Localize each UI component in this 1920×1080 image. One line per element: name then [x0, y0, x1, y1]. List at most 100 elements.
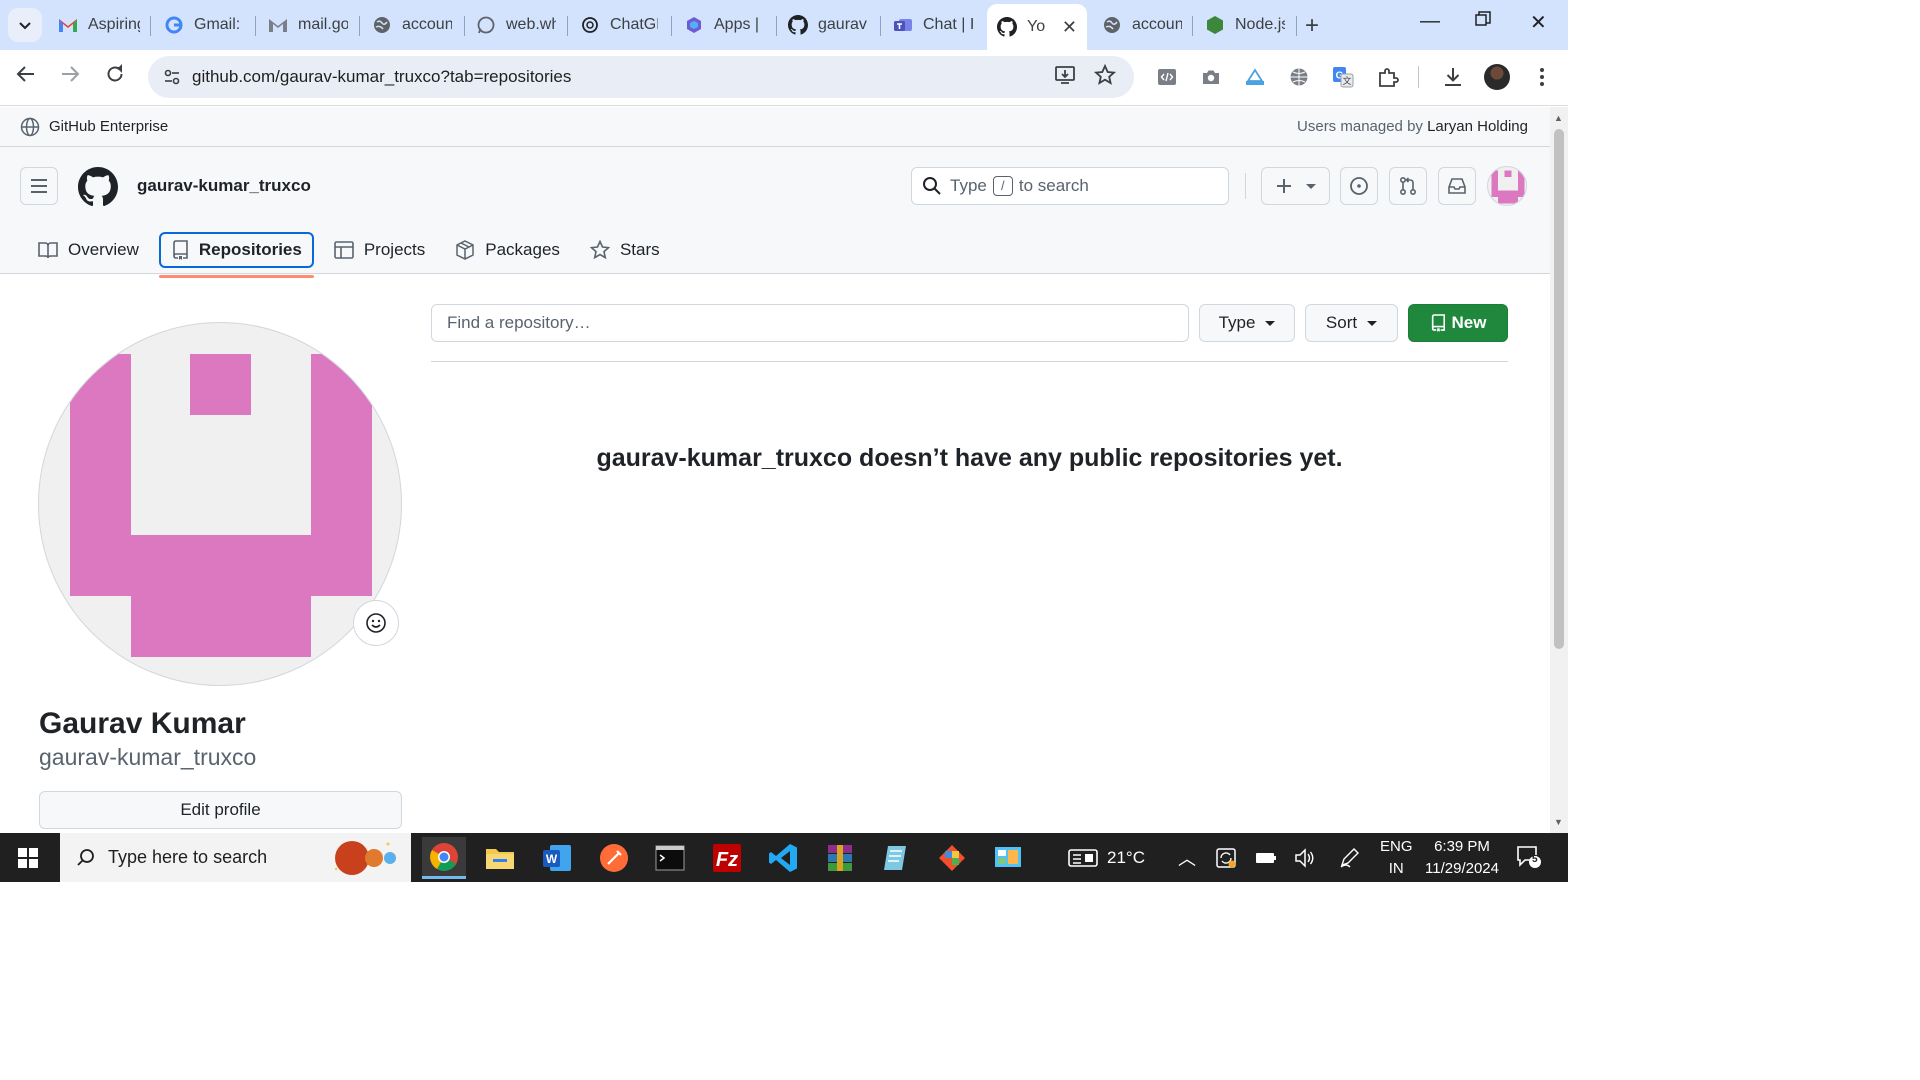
inbox-button[interactable] — [1438, 167, 1476, 205]
language-indicator[interactable]: ENG IN — [1380, 838, 1413, 877]
scroll-down-icon[interactable]: ▼ — [1554, 817, 1563, 827]
browser-tab-active[interactable]: Yo ✕ — [987, 4, 1087, 50]
bookmark-star-icon[interactable] — [1093, 63, 1117, 91]
search-icon — [77, 848, 94, 866]
github-logo-icon[interactable] — [78, 167, 118, 212]
close-tab-icon[interactable]: ✕ — [1062, 17, 1077, 38]
taskbar-git-gui-icon[interactable] — [930, 837, 974, 879]
download-icon[interactable] — [1441, 65, 1465, 89]
browser-tab[interactable]: mail.go — [268, 8, 348, 42]
tab-projects[interactable]: Projects — [324, 232, 435, 268]
browser-tab[interactable]: Node.js — [1205, 8, 1285, 42]
restore-window-icon[interactable] — [1475, 10, 1491, 33]
windows-start-icon[interactable] — [18, 848, 38, 873]
nodejs-icon — [1205, 15, 1225, 35]
minimize-window-icon[interactable]: — — [1420, 10, 1440, 33]
taskbar-word-icon[interactable]: W — [535, 837, 579, 879]
profile-avatar-large[interactable] — [38, 322, 402, 686]
git-pull-request-icon — [1399, 176, 1417, 196]
taskbar-vscode-icon[interactable] — [761, 837, 805, 879]
browser-tab[interactable]: accoun — [372, 8, 452, 42]
scrollbar-thumb[interactable] — [1554, 129, 1564, 649]
pull-requests-button[interactable] — [1389, 167, 1427, 205]
browser-profile-avatar[interactable] — [1484, 64, 1510, 90]
taskbar-postman-icon[interactable] — [592, 837, 636, 879]
repo-icon — [173, 240, 188, 260]
translate-extension-icon[interactable]: G文 — [1331, 65, 1355, 89]
global-search-input[interactable]: Type / to search — [911, 167, 1229, 205]
type-filter-button[interactable]: Type — [1199, 304, 1295, 342]
weather-icon[interactable] — [1068, 847, 1098, 873]
github-icon — [997, 17, 1017, 37]
browser-tab[interactable]: ChatGP — [580, 8, 658, 42]
install-app-icon[interactable] — [1054, 64, 1076, 91]
globe-extension-icon[interactable] — [1287, 65, 1311, 89]
reload-icon[interactable] — [105, 64, 125, 90]
page-scrollbar[interactable]: ▲ ▼ — [1550, 107, 1568, 833]
find-repository-input[interactable]: Find a repository… — [431, 304, 1189, 342]
devtools-extension-icon[interactable] — [1155, 65, 1179, 89]
sync-tray-icon[interactable] — [1215, 847, 1237, 873]
tab-stars[interactable]: Stars — [580, 232, 670, 268]
user-avatar[interactable] — [1487, 166, 1527, 206]
chrome-menu-icon[interactable] — [1530, 65, 1554, 89]
forward-arrow-icon[interactable] — [60, 64, 80, 90]
volume-icon[interactable] — [1294, 847, 1316, 873]
extensions-puzzle-icon[interactable] — [1376, 65, 1400, 89]
scroll-up-icon[interactable]: ▲ — [1554, 113, 1563, 123]
caret-down-icon — [1305, 183, 1316, 189]
browser-tab[interactable]: web.wh — [476, 8, 556, 42]
browser-tab[interactable]: gaurav — [788, 8, 868, 42]
google-icon — [164, 15, 184, 35]
taskbar-terminal-icon[interactable] — [648, 837, 692, 879]
clock[interactable]: 6:39 PM 11/29/2024 — [1422, 838, 1502, 877]
taskbar-notepad-icon[interactable] — [874, 837, 918, 879]
tab-overview[interactable]: Overview — [28, 232, 149, 268]
sort-button[interactable]: Sort — [1305, 304, 1398, 342]
pen-tray-icon[interactable] — [1338, 847, 1360, 873]
new-tab-button[interactable]: + — [1305, 12, 1319, 40]
browser-tab[interactable]: Chat | I — [893, 8, 973, 42]
managed-by-text: Users managed by Laryan Holding — [1297, 118, 1528, 135]
plus-icon — [1276, 179, 1291, 193]
taskbar-file-explorer-icon[interactable] — [478, 837, 522, 879]
issues-button[interactable] — [1340, 167, 1378, 205]
header-username-link[interactable]: gaurav-kumar_truxco — [137, 176, 311, 196]
taskbar-filezilla-icon[interactable]: Fz — [705, 837, 749, 879]
toolbar-divider — [1418, 66, 1419, 88]
search-icon — [923, 177, 941, 195]
camera-extension-icon[interactable] — [1199, 65, 1223, 89]
tab-packages[interactable]: Packages — [445, 232, 570, 268]
browser-tab[interactable]: Apps | I — [684, 8, 764, 42]
browser-tab[interactable]: Gmail: I — [164, 8, 242, 42]
taskbar-control-panel-icon[interactable] — [986, 837, 1030, 879]
notifications-icon[interactable]: 5 — [1516, 845, 1542, 873]
browser-tab[interactable]: accoun — [1102, 8, 1182, 42]
edit-profile-button[interactable]: Edit profile — [39, 791, 402, 829]
new-repository-button[interactable]: New — [1408, 304, 1508, 342]
svg-text:Fz: Fz — [716, 849, 738, 871]
taskbar-chrome-icon[interactable] — [422, 837, 466, 879]
svg-text:W: W — [546, 852, 558, 866]
show-hidden-icons-icon[interactable]: ︿ — [1178, 845, 1196, 871]
create-new-dropdown[interactable] — [1261, 167, 1330, 205]
close-window-icon[interactable]: ✕ — [1530, 10, 1547, 35]
browser-tab[interactable]: Aspiring — [58, 8, 140, 42]
caret-down-icon — [1265, 320, 1276, 326]
cloud-extension-icon[interactable] — [1243, 65, 1267, 89]
hamburger-menu-button[interactable] — [20, 167, 58, 205]
profile-full-name: Gaurav Kumar — [39, 707, 246, 740]
taskbar-winrar-icon[interactable] — [818, 837, 862, 879]
caret-down-icon — [1367, 320, 1378, 326]
svg-text:文: 文 — [1342, 75, 1351, 86]
tab-repositories[interactable]: Repositories — [158, 232, 314, 278]
back-arrow-icon[interactable] — [16, 64, 36, 90]
battery-icon[interactable] — [1255, 848, 1277, 872]
weather-temperature[interactable]: 21°C — [1107, 848, 1145, 868]
address-bar[interactable]: github.com/gaurav-kumar_truxco?tab=repos… — [148, 56, 1134, 98]
tab-search-button[interactable] — [8, 8, 42, 42]
site-settings-icon[interactable] — [160, 65, 184, 89]
globe-icon — [1102, 15, 1122, 35]
hamburger-icon — [31, 179, 47, 193]
set-status-button[interactable] — [353, 600, 399, 646]
